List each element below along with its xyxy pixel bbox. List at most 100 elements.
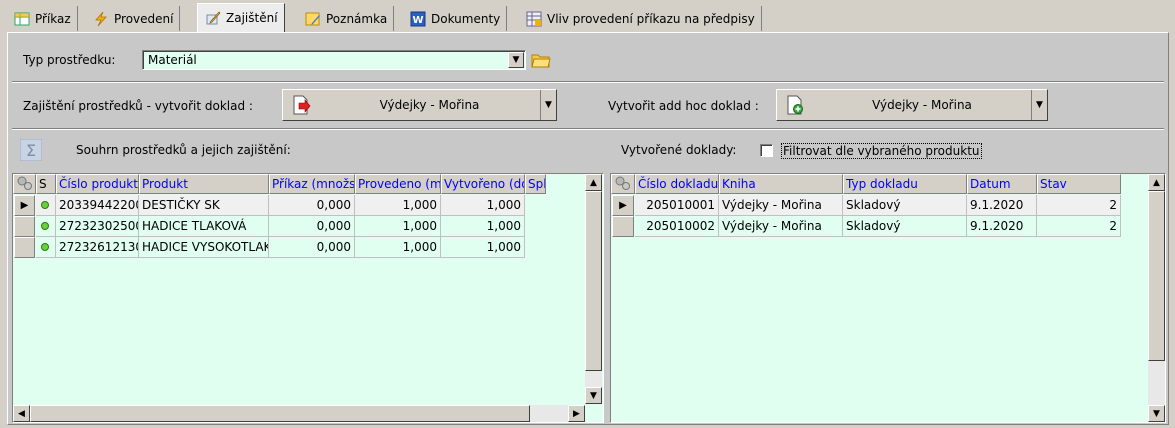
produkt-cell: DESTIČKY SK	[139, 195, 269, 216]
folder-icon[interactable]	[530, 49, 552, 71]
provedeno-cell: 1,000	[355, 237, 441, 258]
status-dot-icon	[41, 243, 49, 251]
addhoc-doklad-label: Výdejky - Mořina	[872, 98, 972, 112]
prikaz-cell: 0,000	[269, 237, 355, 258]
col-header-stav[interactable]: Stav	[1037, 174, 1121, 194]
cislo-cell: 27232612130	[56, 237, 139, 258]
tab-poznamka[interactable]: Poznámka	[298, 6, 395, 31]
col-header-cislo-dokladu[interactable]: Číslo dokladu	[635, 174, 719, 194]
souhrn-title: Souhrn prostředků a jejich zajištění:	[76, 143, 291, 157]
chevron-down-icon[interactable]: ▼	[508, 52, 524, 68]
chevron-down-icon[interactable]: ▼	[540, 90, 556, 120]
grid-icon	[525, 10, 542, 27]
stav-cell: 2	[1037, 216, 1121, 237]
status-dot-icon	[41, 201, 49, 209]
horizontal-scrollbar[interactable]: ◀ ▶	[13, 405, 585, 422]
col-header-cislo[interactable]: Číslo produktu	[56, 174, 139, 194]
lightning-icon	[92, 10, 109, 27]
scroll-down-icon[interactable]: ▼	[585, 387, 602, 404]
provedeno-cell: 1,000	[355, 216, 441, 237]
vertical-scrollbar[interactable]: ▲ ▼	[1148, 174, 1165, 422]
status-cell	[36, 237, 56, 258]
scroll-up-icon[interactable]: ▲	[1148, 174, 1165, 191]
col-header-typ-dokladu[interactable]: Typ dokladu	[843, 174, 967, 194]
col-header-provedeno[interactable]: Provedeno (množství)	[355, 174, 441, 194]
document-export-icon	[283, 95, 319, 115]
cislo-dokladu-cell: 205010001	[635, 195, 719, 216]
vytvoreno-cell: 1,000	[441, 195, 525, 216]
status-dot-icon	[41, 222, 49, 230]
zajisteni-panel: Typ prostředku: Materiál ▼ Zajištění pro…	[7, 32, 1169, 425]
provedeno-cell: 1,000	[355, 195, 441, 216]
kniha-cell: Výdejky - Mořina	[719, 195, 843, 216]
word-icon: W	[409, 10, 426, 27]
vytvoreno-cell: 1,000	[441, 216, 525, 237]
tab-label: Zajištění	[226, 11, 278, 25]
produkt-cell: HADICE TLAKOVÁ	[139, 216, 269, 237]
prikaz-cell: 0,000	[269, 195, 355, 216]
cislo-cell: 27232302500	[56, 216, 139, 237]
grid-settings-icon[interactable]	[611, 174, 635, 194]
tab-provedeni[interactable]: Provedení	[86, 6, 181, 31]
col-header-kniha[interactable]: Kniha	[719, 174, 843, 194]
tab-dokumenty[interactable]: W Dokumenty	[403, 6, 508, 31]
col-header-datum[interactable]: Datum	[967, 174, 1037, 194]
datum-cell: 9.1.2020	[967, 216, 1037, 237]
col-header-produkt[interactable]: Produkt	[139, 174, 269, 194]
vytvoreno-cell: 1,000	[441, 237, 525, 258]
row-selector[interactable]	[14, 216, 35, 237]
chevron-down-icon[interactable]: ▼	[1031, 90, 1047, 120]
tab-vliv[interactable]: Vliv provedení příkazu na předpisy	[519, 6, 762, 31]
prikaz-cell: 0,000	[269, 216, 355, 237]
tab-prikaz[interactable]: Příkaz	[7, 6, 78, 31]
tab-label: Dokumenty	[431, 11, 501, 26]
cislo-dokladu-cell: 205010002	[635, 216, 719, 237]
doklady-grid: Číslo dokladu Kniha Typ dokladu Datum St…	[610, 173, 1166, 423]
col-header-vytvoreno[interactable]: Vytvořeno (dokl.)	[441, 174, 525, 194]
scroll-down-icon[interactable]: ▼	[1148, 405, 1165, 422]
typ-value: Materiál	[148, 53, 197, 67]
document-new-icon	[777, 95, 813, 115]
scrollbar-thumb[interactable]	[30, 405, 530, 422]
scroll-up-icon[interactable]: ▲	[585, 174, 602, 191]
addhoc-label: Vytvořit add hoc doklad :	[608, 99, 759, 113]
vytvorene-title: Vytvořené doklady:	[621, 143, 737, 157]
typ-label: Typ prostředku:	[23, 53, 116, 67]
produkt-cell: HADICE VYSOKOTLAKÁ	[139, 237, 269, 258]
tab-zajisteni[interactable]: Zajištění	[197, 3, 285, 32]
table-icon	[13, 10, 30, 27]
scroll-left-icon[interactable]: ◀	[13, 405, 30, 422]
typ-select[interactable]: Materiál ▼	[142, 50, 526, 70]
vytvorit-doklad-label: Výdejky - Mořina	[379, 98, 480, 112]
divider	[12, 128, 1164, 130]
tab-label: Provedení	[114, 11, 174, 26]
pencil-icon	[204, 10, 221, 27]
sigma-icon[interactable]: Σ	[18, 137, 44, 163]
divider	[12, 81, 1164, 83]
svg-text:Σ: Σ	[26, 141, 36, 160]
row-pointer-icon: ▶	[14, 195, 35, 216]
note-icon	[304, 10, 321, 27]
vertical-scrollbar[interactable]: ▲ ▼	[585, 174, 602, 404]
filter-checkbox[interactable]	[760, 144, 773, 157]
vytvorit-doklad-button[interactable]: Výdejky - Mořina ▼	[282, 89, 557, 121]
addhoc-doklad-button[interactable]: Výdejky - Mořina ▼	[776, 89, 1048, 121]
col-header-s[interactable]: S	[36, 174, 56, 194]
row-selector[interactable]	[612, 216, 634, 237]
col-header-prikaz[interactable]: Příkaz (množství)	[269, 174, 355, 194]
tab-label: Vliv provedení příkazu na předpisy	[547, 11, 755, 26]
scrollbar-thumb[interactable]	[585, 191, 602, 371]
grid-settings-icon[interactable]	[13, 174, 36, 194]
svg-text:W: W	[412, 15, 423, 26]
stav-cell: 2	[1037, 195, 1121, 216]
souhrn-grid: S Číslo produktu Produkt Příkaz (množstv…	[12, 173, 604, 423]
row-selector[interactable]	[14, 237, 35, 258]
scrollbar-thumb[interactable]	[1148, 191, 1165, 361]
status-cell	[36, 195, 56, 216]
col-header-splneno[interactable]: Splň	[525, 174, 546, 194]
scroll-right-icon[interactable]: ▶	[568, 405, 585, 422]
datum-cell: 9.1.2020	[967, 195, 1037, 216]
filter-label[interactable]: Filtrovat dle vybraného produktu	[781, 143, 982, 159]
status-cell	[36, 216, 56, 237]
typ-dokladu-cell: Skladový	[843, 216, 967, 237]
